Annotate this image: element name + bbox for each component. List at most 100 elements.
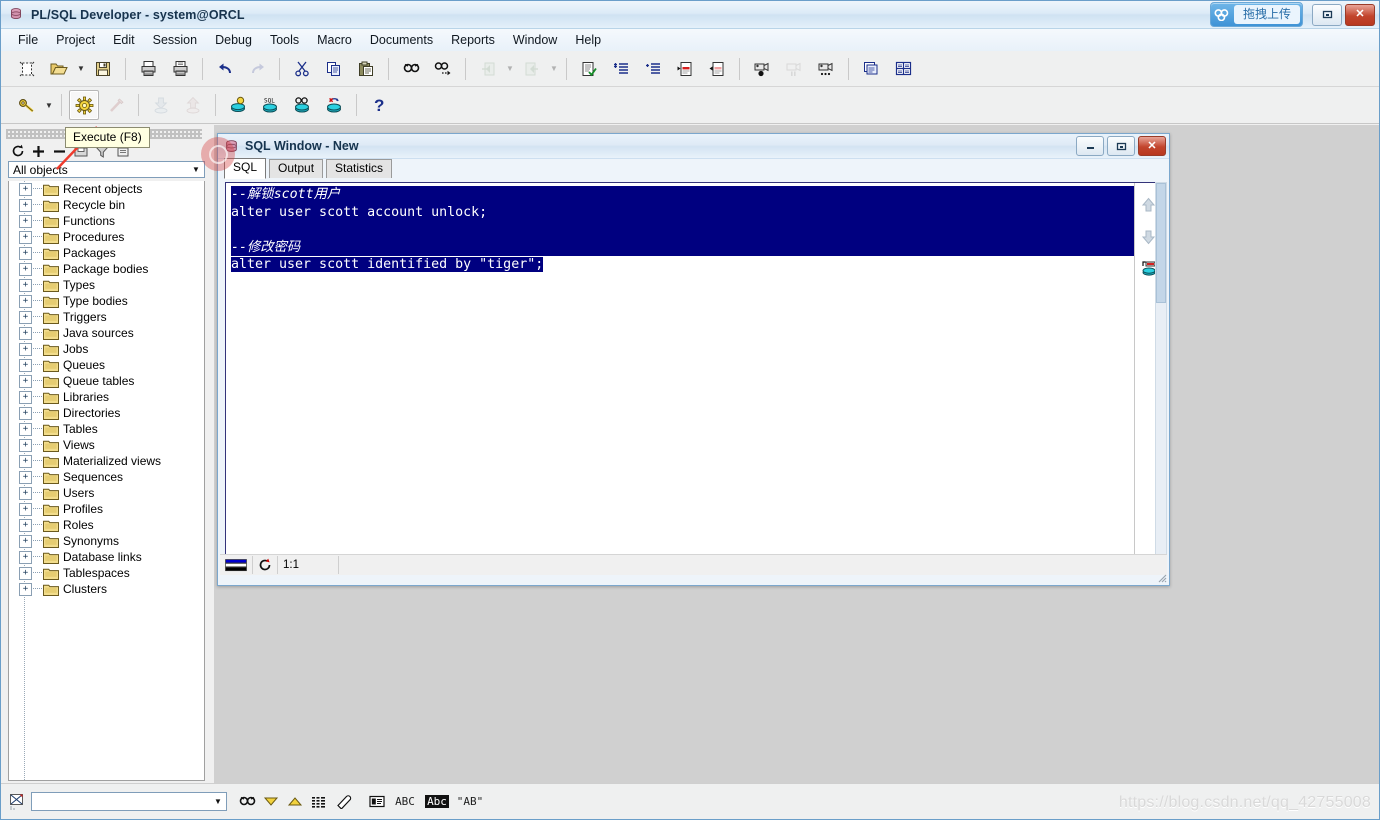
play-macro-icon[interactable] [811, 54, 841, 84]
window-restore-button[interactable] [1312, 3, 1342, 26]
cut-icon[interactable] [287, 54, 317, 84]
key-icon[interactable] [12, 90, 42, 120]
tree-item-recent-objects[interactable]: + Recent objects [9, 181, 204, 197]
no-connection-icon[interactable] [7, 792, 27, 812]
tree-expander-icon[interactable]: + [19, 262, 32, 276]
tree-item-package-bodies[interactable]: + Package bodies [9, 261, 204, 277]
quoted-ab-icon[interactable]: "AB" [453, 790, 487, 814]
menu-file[interactable]: File [9, 31, 47, 49]
tree-item-triggers[interactable]: + Triggers [9, 309, 204, 325]
tree-expander-icon[interactable]: + [19, 342, 32, 356]
tree-item-queues[interactable]: + Queues [9, 357, 204, 373]
tree-item-recycle-bin[interactable]: + Recycle bin [9, 197, 204, 213]
key-dropdown-icon[interactable]: ▼ [43, 91, 55, 119]
tree-item-users[interactable]: + Users [9, 485, 204, 501]
tree-expander-icon[interactable]: + [19, 486, 32, 500]
find-icon[interactable] [235, 790, 259, 814]
tree-item-type-bodies[interactable]: + Type bodies [9, 293, 204, 309]
tree-item-clusters[interactable]: + Clusters [9, 581, 204, 597]
tree-expander-icon[interactable]: + [19, 422, 32, 436]
test-window-icon[interactable]: SQL [255, 90, 285, 120]
menu-documents[interactable]: Documents [361, 31, 442, 49]
menu-help[interactable]: Help [566, 31, 610, 49]
tree-expander-icon[interactable]: + [19, 294, 32, 308]
tree-item-profiles[interactable]: + Profiles [9, 501, 204, 517]
sql-window-resize-grip[interactable] [1155, 571, 1167, 583]
tree-expander-icon[interactable]: + [19, 390, 32, 404]
tree-item-jobs[interactable]: + Jobs [9, 341, 204, 357]
tree-expander-icon[interactable]: + [19, 358, 32, 372]
tree-item-sequences[interactable]: + Sequences [9, 469, 204, 485]
tree-expander-icon[interactable]: + [19, 246, 32, 260]
window-close-button[interactable]: ✕ [1345, 3, 1375, 26]
tree-item-packages[interactable]: + Packages [9, 245, 204, 261]
tree-expander-icon[interactable]: + [19, 550, 32, 564]
tree-item-functions[interactable]: + Functions [9, 213, 204, 229]
refresh-red-icon[interactable] [253, 556, 278, 574]
sql-editor[interactable]: --解锁scott用户 alter user scott account unlo… [225, 182, 1163, 560]
tree-item-libraries[interactable]: + Libraries [9, 389, 204, 405]
help-icon[interactable]: ? [364, 90, 394, 120]
tab-statistics[interactable]: Statistics [326, 159, 393, 178]
tree-expander-icon[interactable]: + [19, 502, 32, 516]
new-document-icon[interactable] [12, 54, 42, 84]
sql-window-restore-button[interactable] [1107, 136, 1135, 156]
tree-expander-icon[interactable]: + [19, 406, 32, 420]
indent-icon[interactable] [606, 54, 636, 84]
tab-output[interactable]: Output [269, 159, 324, 178]
save-icon[interactable] [88, 54, 118, 84]
tree-expander-icon[interactable]: + [19, 214, 32, 228]
code-line[interactable] [231, 221, 1134, 239]
menu-tools[interactable]: Tools [261, 31, 308, 49]
menu-session[interactable]: Session [144, 31, 206, 49]
tree-item-directories[interactable]: + Directories [9, 405, 204, 421]
menu-reports[interactable]: Reports [442, 31, 504, 49]
tree-item-procedures[interactable]: + Procedures [9, 229, 204, 245]
status-combo[interactable]: ▼ [31, 792, 227, 811]
tree-item-tablespaces[interactable]: + Tablespaces [9, 565, 204, 581]
object-tree[interactable]: + Recent objects + Recycle bin + Functions + Pr… [8, 181, 205, 781]
abc-icon[interactable]: ABC [389, 790, 421, 814]
print-preview-icon[interactable] [165, 54, 195, 84]
tree-expander-icon[interactable]: + [19, 566, 32, 580]
tree-expander-icon[interactable]: + [19, 198, 32, 212]
object-filter-combo[interactable]: All objects ▼ [8, 161, 205, 178]
uncomment-icon[interactable] [702, 54, 732, 84]
menu-window[interactable]: Window [504, 31, 566, 49]
tree-item-tables[interactable]: + Tables [9, 421, 204, 437]
tree-expander-icon[interactable]: + [19, 438, 32, 452]
tree-expander-icon[interactable]: + [19, 470, 32, 484]
find-next-icon[interactable] [428, 54, 458, 84]
window-list-icon[interactable] [856, 54, 886, 84]
tree-expander-icon[interactable]: + [19, 518, 32, 532]
find-icon[interactable] [396, 54, 426, 84]
record-view-icon[interactable] [365, 790, 389, 814]
grid-icon[interactable] [307, 790, 331, 814]
chevron-down-icon[interactable]: ▼ [210, 794, 226, 809]
check-syntax-icon[interactable] [574, 54, 604, 84]
tree-expander-icon[interactable]: + [19, 230, 32, 244]
refresh-icon[interactable] [7, 142, 28, 160]
execute-icon[interactable] [69, 90, 99, 120]
tree-item-types[interactable]: + Types [9, 277, 204, 293]
tree-item-roles[interactable]: + Roles [9, 517, 204, 533]
tree-expander-icon[interactable]: + [19, 326, 32, 340]
tree-item-synonyms[interactable]: + Synonyms [9, 533, 204, 549]
sql-code-text[interactable]: --解锁scott用户 alter user scott account unlo… [229, 183, 1134, 559]
undo-icon[interactable] [210, 54, 240, 84]
tree-item-java-sources[interactable]: + Java sources [9, 325, 204, 341]
print-icon[interactable] [133, 54, 163, 84]
filter-up-icon[interactable] [283, 790, 307, 814]
menu-macro[interactable]: Macro [308, 31, 361, 49]
code-line[interactable]: alter user scott account unlock; [231, 203, 1134, 221]
sql-window-close-button[interactable]: ✕ [1138, 136, 1166, 156]
tree-expander-icon[interactable]: + [19, 310, 32, 324]
menu-debug[interactable]: Debug [206, 31, 261, 49]
eraser-icon[interactable] [331, 790, 355, 814]
tree-expander-icon[interactable]: + [19, 454, 32, 468]
code-line[interactable]: --解锁scott用户 [231, 186, 1134, 204]
sql-window-icon[interactable] [223, 90, 253, 120]
comment-icon[interactable] [670, 54, 700, 84]
session-kill-icon[interactable] [319, 90, 349, 120]
tree-item-views[interactable]: + Views [9, 437, 204, 453]
